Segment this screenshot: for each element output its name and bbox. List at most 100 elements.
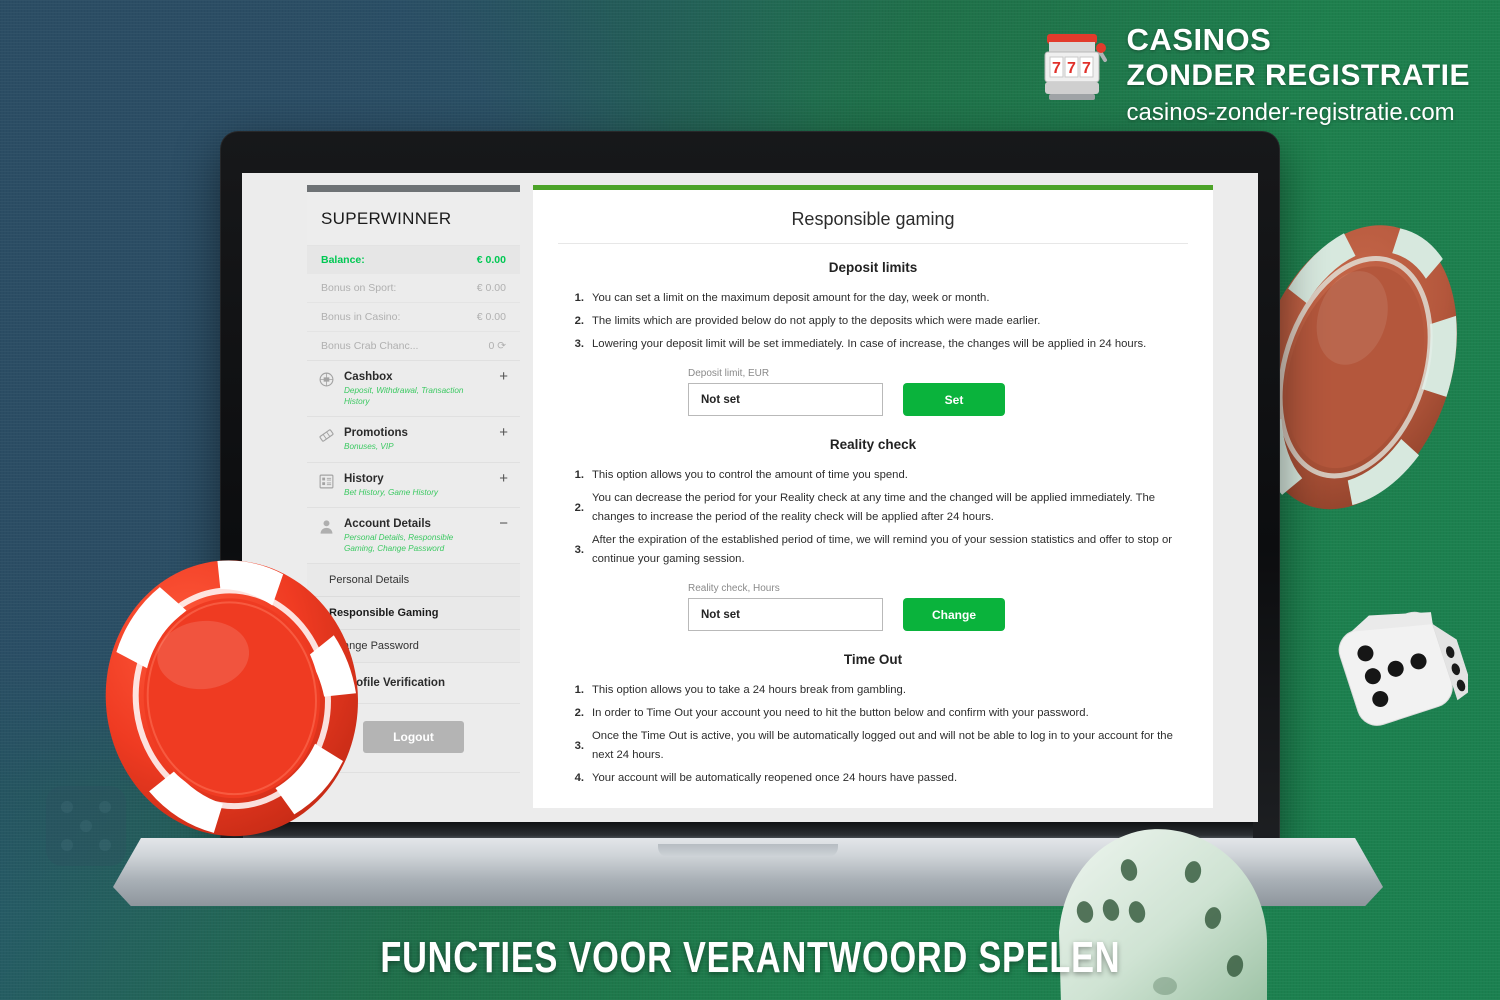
laptop-mockup: SUPERWINNER Balance: € 0.00 Bonus on Spo… — [113, 131, 1383, 906]
svg-text:7: 7 — [1067, 60, 1076, 77]
deposit-limit-input[interactable] — [688, 383, 883, 416]
list-icon — [318, 473, 335, 490]
list-item-text: After the expiration of the established … — [592, 534, 1172, 565]
reality-check-field-row: Reality check, Hours Change — [688, 583, 1188, 631]
reality-check-label: Reality check, Hours — [688, 583, 780, 594]
laptop-base — [113, 838, 1383, 906]
profile-verification-label: Profile Verification — [344, 677, 445, 689]
laptop-screen: SUPERWINNER Balance: € 0.00 Bonus on Spo… — [242, 173, 1258, 822]
deposit-limit-field-row: Deposit limit, EUR Set — [688, 368, 1188, 416]
bonus-crab-label: Bonus Crab Chanc... — [321, 340, 419, 352]
bonus-casino-value: € 0.00 — [476, 311, 506, 323]
list-item: 2. You can decrease the period for your R… — [570, 489, 1188, 527]
list-item: 4. Your account will be automatically reo… — [570, 769, 1188, 788]
account-details-sub: Personal Details, Responsible Gaming, Ch… — [344, 533, 454, 553]
list-item-text: This option allows you to control the am… — [592, 469, 908, 481]
list-item-text: In order to Time Out your account you ne… — [592, 707, 1089, 719]
user-icon — [318, 518, 335, 535]
sidebar-nav: Cashbox Deposit, Withdrawal, Transaction… — [307, 360, 520, 704]
list-item: 3. Once the Time Out is active, you will … — [570, 727, 1188, 765]
promotions-title: Promotions — [344, 427, 408, 439]
account-sub-menu: Personal Details Responsible Gaming Chan… — [307, 564, 520, 662]
sidebar-item-promotions[interactable]: Promotions Bonuses, VIP + — [307, 417, 520, 463]
section-heading-deposit-limits: Deposit limits — [828, 260, 918, 275]
responsible-gaming-card: Responsible gaming Deposit limits 1. You … — [533, 185, 1213, 808]
slot-machine-777-icon: 7 7 7 — [1039, 28, 1111, 102]
sidebar-item-history[interactable]: History Bet History, Game History + — [307, 462, 520, 508]
deposit-limit-label: Deposit limit, EUR — [688, 368, 770, 379]
account-details-title: Account Details — [344, 518, 431, 530]
laptop-lid: SUPERWINNER Balance: € 0.00 Bonus on Spo… — [220, 131, 1280, 846]
balance-label: Balance: — [321, 254, 365, 266]
list-item: 1. You can set a limit on the maximum dep… — [570, 289, 1188, 308]
promotions-sub: Bonuses, VIP — [344, 442, 394, 451]
sidebar-item-profile-verification[interactable]: Profile Verification — [307, 662, 520, 704]
site-title: SUPERWINNER — [321, 209, 452, 228]
list-item: 1. This option allows you to control the … — [570, 466, 1188, 485]
brand-line-1: CASINOS — [1126, 22, 1272, 57]
list-item: 1. This option allows you to take a 24 ho… — [570, 681, 1188, 700]
page-title: Responsible gaming — [791, 209, 955, 229]
bonus-crab-row: Bonus Crab Chanc... 0 ⟳ — [307, 331, 520, 360]
deposit-limits-list: 1. You can set a limit on the maximum dep… — [570, 289, 1188, 354]
list-item-text: The limits which are provided below do n… — [592, 315, 1041, 327]
set-deposit-limit-button[interactable]: Set — [903, 383, 1005, 416]
sidebar-item-personal-details[interactable]: Personal Details — [307, 564, 520, 596]
list-item-text: You can decrease the period for your Rea… — [592, 492, 1156, 523]
list-item-text: Once the Time Out is active, you will be… — [592, 730, 1173, 761]
cashbox-toggle-icon[interactable]: + — [499, 369, 508, 384]
bonus-casino-label: Bonus in Casino: — [321, 311, 401, 323]
list-item-text: You can set a limit on the maximum depos… — [592, 292, 990, 304]
brand-logo: 7 7 7 CASINOS ZONDER REGISTRATIE casinos… — [1039, 22, 1470, 128]
logout-button[interactable]: Logout — [363, 721, 464, 753]
list-item-text: Your account will be automatically reope… — [592, 772, 958, 784]
sidebar-item-responsible-gaming[interactable]: Responsible Gaming — [307, 596, 520, 629]
cashbox-sub: Deposit, Withdrawal, Transaction History — [344, 386, 464, 406]
section-heading-time-out: Time Out — [843, 652, 903, 667]
promotions-toggle-icon[interactable]: + — [499, 425, 508, 440]
sidebar-item-account-details[interactable]: Account Details Personal Details, Respon… — [307, 508, 520, 564]
brand-url: casinos-zonder-registratie.com — [1126, 99, 1455, 126]
list-item: 3. Lowering your deposit limit will be se… — [570, 335, 1188, 354]
site-title-box: SUPERWINNER — [307, 192, 520, 246]
sidebar-top-bar — [307, 185, 520, 192]
reality-check-list: 1. This option allows you to control the … — [570, 466, 1188, 569]
bottom-banner: FUNCTIES VOOR VERANTWOORD SPELEN — [0, 932, 1500, 984]
laptop-base-notch — [658, 844, 838, 857]
bonus-casino-row: Bonus in Casino: € 0.00 — [307, 302, 520, 331]
history-sub: Bet History, Game History — [344, 487, 439, 497]
svg-text:7: 7 — [1082, 60, 1091, 77]
logout-container: Logout — [307, 704, 520, 773]
browser-page: SUPERWINNER Balance: € 0.00 Bonus on Spo… — [242, 173, 1258, 822]
bonus-crab-value: 0 ⟳ — [488, 340, 506, 352]
sidebar-item-change-password[interactable]: Change Password — [307, 629, 520, 662]
ticket-icon — [318, 427, 335, 444]
change-reality-check-button[interactable]: Change — [903, 598, 1005, 631]
account-sidebar: SUPERWINNER Balance: € 0.00 Bonus on Spo… — [307, 185, 520, 773]
bonus-sport-value: € 0.00 — [476, 282, 506, 294]
bonus-sport-label: Bonus on Sport: — [321, 282, 397, 294]
balance-row: Balance: € 0.00 — [307, 246, 520, 274]
time-out-list: 1. This option allows you to take a 24 ho… — [570, 681, 1188, 788]
list-item: 3. After the expiration of the establishe… — [570, 531, 1188, 569]
banner-text: FUNCTIES VOOR VERANTWOORD SPELEN — [379, 933, 1121, 982]
main-column: Responsible gaming Deposit limits 1. You … — [520, 173, 1258, 822]
title-divider — [558, 243, 1188, 244]
list-item: 2. In order to Time Out your account you … — [570, 704, 1188, 723]
bonus-sport-row: Bonus on Sport: € 0.00 — [307, 274, 520, 302]
section-heading-reality-check: Reality check — [829, 437, 917, 452]
sidebar-item-cashbox[interactable]: Cashbox Deposit, Withdrawal, Transaction… — [307, 361, 520, 417]
cashbox-title: Cashbox — [344, 371, 393, 383]
account-details-toggle-icon[interactable]: − — [499, 516, 508, 531]
history-toggle-icon[interactable]: + — [499, 471, 508, 486]
list-item-text: This option allows you to take a 24 hour… — [592, 684, 906, 696]
cashbox-icon — [318, 371, 335, 388]
list-item-text: Lowering your deposit limit will be set … — [592, 338, 1147, 350]
sidebar-column: SUPERWINNER Balance: € 0.00 Bonus on Spo… — [242, 173, 520, 822]
history-title: History — [344, 472, 384, 485]
reality-check-input[interactable] — [688, 598, 883, 631]
list-item: 2. The limits which are provided below do… — [570, 312, 1188, 331]
info-icon — [318, 675, 335, 692]
svg-text:7: 7 — [1052, 60, 1061, 77]
balance-value: € 0.00 — [476, 254, 506, 266]
